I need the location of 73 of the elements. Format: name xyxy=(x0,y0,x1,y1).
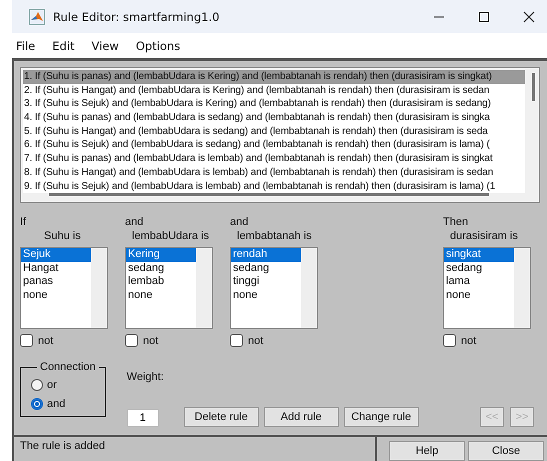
list-option[interactable]: panas xyxy=(21,275,91,290)
maximize-icon[interactable] xyxy=(478,10,490,22)
menu-item[interactable]: File xyxy=(16,38,36,54)
button[interactable]: Help xyxy=(389,441,465,461)
scrollbar[interactable] xyxy=(301,248,317,328)
checkbox[interactable] xyxy=(443,334,456,347)
window-title: Rule Editor: smartfarming1.0 xyxy=(53,10,220,24)
checkbox[interactable] xyxy=(230,334,243,347)
checkbox-label: not xyxy=(461,334,476,346)
rule-item[interactable]: 1. If (Suhu is panas) and (lembabUdara is Kering) and (lembabtanah is rendah) then (durasisiram is singkat) xyxy=(23,70,525,84)
checkbox-label: not xyxy=(38,334,54,346)
button[interactable]: Delete rule xyxy=(184,407,259,427)
option-list[interactable]: Kering sedang lembab none xyxy=(125,247,213,329)
scrollbar[interactable] xyxy=(514,248,530,328)
group-label: Connection xyxy=(39,361,97,373)
list-option[interactable]: singkat xyxy=(444,248,514,262)
list-option[interactable]: Sejuk xyxy=(21,248,91,262)
button[interactable]: Add rule xyxy=(264,407,339,427)
variable-label: Suhu is xyxy=(43,229,82,244)
checkbox-label: not xyxy=(248,334,264,346)
list-option[interactable]: sedang xyxy=(126,262,196,276)
list-option[interactable]: none xyxy=(231,289,301,303)
option-list[interactable]: rendah sedang tinggi none xyxy=(230,247,318,329)
radio-label: and xyxy=(47,398,66,410)
button[interactable]: Close xyxy=(468,441,544,461)
variable-label: durasisiram is xyxy=(449,229,519,244)
list-option[interactable]: Kering xyxy=(126,248,196,262)
rule-item[interactable]: 5. If (Suhu is Hangat) and (lembabUdara is sedang) and (lembabtanah is rendah) then (durasisiram is seda xyxy=(23,124,525,138)
scrollbar[interactable] xyxy=(196,248,212,328)
close-icon[interactable] xyxy=(523,10,535,22)
list-option[interactable]: sedang xyxy=(231,262,301,276)
scrollbar[interactable] xyxy=(532,73,535,101)
button[interactable]: Change rule xyxy=(344,407,419,427)
radio-button[interactable] xyxy=(31,378,43,390)
rule-item[interactable]: 6. If (Suhu is Sejuk) and (lembabUdara is sedang) and (lembabtanah is rendah) then (durasisiram is lama) ( xyxy=(23,138,525,152)
menu-item[interactable]: Options xyxy=(136,38,180,54)
list-option[interactable]: Hangat xyxy=(21,262,91,276)
scrollbar[interactable] xyxy=(49,193,489,196)
variable-label: lembabtanah is xyxy=(236,229,313,244)
list-option[interactable]: rendah xyxy=(231,248,301,262)
checkbox-label: not xyxy=(143,334,158,346)
scrollbar[interactable] xyxy=(91,248,107,328)
list-option[interactable]: none xyxy=(21,289,91,303)
checkbox[interactable] xyxy=(20,334,33,347)
rule-item[interactable]: 4. If (Suhu is panas) and (lembabUdara is sedang) and (lembabtanah is rendah) then (durasisiram is singka xyxy=(23,111,525,125)
list-option[interactable]: none xyxy=(444,289,514,303)
rule-item[interactable]: 7. If (Suhu is panas) and (lembabUdara is lembab) and (lembabtanah is rendah) then (durasisiram is singkat xyxy=(23,152,525,166)
rule-item[interactable]: 8. If (Suhu is Hangat) and (lembabUdara is lembab) and (lembabtanah is rendah) then (durasisiram is sedan xyxy=(23,166,525,180)
rule-item[interactable]: 3. If (Suhu is Sejuk) and (lembabUdara is Kering) and (lembabtanah is rendah) then (durasisiram is sedang) xyxy=(23,97,525,112)
option-list[interactable]: Sejuk Hangat panas none xyxy=(20,247,108,329)
list-option[interactable]: tinggi xyxy=(231,275,301,290)
rule-list[interactable] xyxy=(20,67,540,203)
list-option[interactable]: sedang xyxy=(444,262,514,276)
connector-label: and xyxy=(125,215,144,229)
connector-label: and xyxy=(230,215,250,229)
rule-item[interactable]: 9. If (Suhu is Sejuk) and (lembabUdara is lembab) and (lembabtanah is rendah) then (durasisiram is lama) (1 xyxy=(23,180,525,194)
radio-button[interactable] xyxy=(31,398,43,410)
app-logo-icon xyxy=(29,8,45,24)
checkbox[interactable] xyxy=(125,334,138,347)
list-option[interactable]: none xyxy=(126,289,196,303)
variable-label: lembabUdara is xyxy=(131,229,210,244)
menu-item[interactable]: View xyxy=(92,38,119,54)
list-option[interactable]: lama xyxy=(444,275,514,290)
status-message: The rule is added xyxy=(14,437,377,461)
connector-label: Then xyxy=(443,215,470,229)
rule-item[interactable]: 2. If (Suhu is Hangat) and (lembabUdara is Kering) and (lembabtanah is rendah) then (durasisiram is sedan xyxy=(23,84,525,98)
list-option[interactable]: lembab xyxy=(126,275,196,290)
menu-item[interactable]: Edit xyxy=(52,38,75,54)
option-list[interactable]: singkat sedang lama none xyxy=(443,247,531,329)
radio-label: or xyxy=(47,378,57,390)
connector-label: If xyxy=(20,215,28,229)
weight-label: Weight: xyxy=(126,371,165,383)
weight-field[interactable]: 1 xyxy=(126,409,159,427)
